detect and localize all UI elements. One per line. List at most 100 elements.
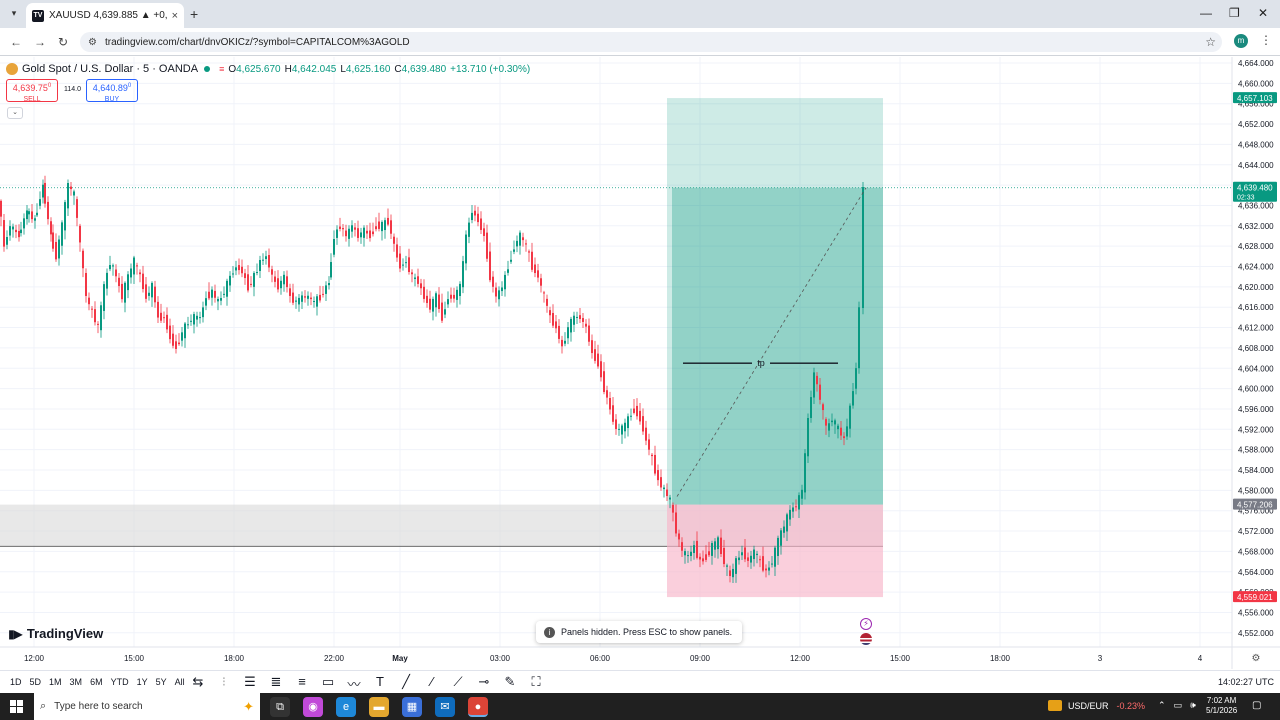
candle-body [564, 340, 566, 344]
range-ytd[interactable]: YTD [111, 677, 129, 687]
candle-body [663, 487, 665, 490]
candle-body [64, 202, 66, 231]
candle-body [124, 282, 126, 303]
sell-button[interactable]: 4,639.750 SELL [6, 79, 58, 103]
candle-body [519, 232, 521, 246]
candle-body [88, 297, 90, 305]
chart-settings-icon[interactable]: ⚙ [1252, 653, 1261, 664]
tab-search-icon[interactable]: ▾ [6, 5, 22, 21]
candle-body [82, 250, 84, 269]
candle-body [537, 270, 539, 278]
highlighter-icon[interactable]: ✎ [502, 674, 518, 693]
url-field[interactable]: ⚙ tradingview.com/chart/dnvOKICz/?symbol… [80, 32, 1222, 52]
candle-body [717, 537, 719, 550]
trend-lines-icon[interactable]: ☰ [242, 674, 258, 693]
candle-body [690, 551, 692, 556]
profile-avatar[interactable]: m [1234, 34, 1248, 48]
taskbar-clock[interactable]: 7:02 AM 5/1/2026 [1206, 696, 1237, 716]
range-1y[interactable]: 1Y [137, 677, 148, 687]
buy-button[interactable]: 4,640.890 BUY [86, 79, 138, 103]
candle-body [142, 273, 144, 290]
browser-menu-icon[interactable]: ⋮ [1260, 33, 1272, 47]
reload-icon[interactable]: ↻ [58, 35, 68, 49]
range-1m[interactable]: 1M [49, 677, 62, 687]
close-window-icon[interactable]: ✕ [1258, 6, 1268, 20]
ray-icon[interactable]: ⟋ [450, 674, 466, 693]
range-all[interactable]: All [175, 677, 185, 687]
store-icon[interactable]: ▦ [402, 697, 422, 717]
edge-icon[interactable]: e [336, 697, 356, 717]
back-icon[interactable]: ← [10, 35, 22, 49]
rectangle-icon[interactable]: ▭ [320, 674, 336, 693]
price-range-icon[interactable]: ⛶ [528, 674, 544, 693]
minimize-icon[interactable]: — [1200, 6, 1212, 20]
windows-start-icon[interactable] [10, 700, 23, 713]
lightning-event-icon[interactable]: ⚡ [860, 618, 872, 630]
compare-icon[interactable]: ⇆ [190, 674, 206, 693]
file-explorer-icon[interactable]: ▬ [369, 697, 389, 717]
path-icon[interactable]: 〰 [346, 674, 362, 693]
range-1d[interactable]: 1D [10, 677, 22, 687]
candle-body [205, 298, 207, 306]
currency-widget[interactable]: USD/EUR -0.23% [1048, 700, 1145, 711]
copilot-icon[interactable]: ◉ [303, 697, 323, 717]
candle-body [468, 222, 470, 237]
candle-body [316, 296, 318, 307]
brush-icon[interactable]: ∕ [424, 674, 440, 693]
price-tick: 4,596.000 [1238, 405, 1274, 414]
symbol-title[interactable]: Gold Spot / U.S. Dollar · 5 · OANDA [22, 63, 198, 75]
candle-body [441, 302, 443, 321]
pattern-icon[interactable]: ≡ [294, 674, 310, 693]
candle-body [42, 184, 44, 198]
text-icon[interactable]: T [372, 674, 388, 693]
range-5y[interactable]: 5Y [156, 677, 167, 687]
candle-body [597, 353, 599, 367]
notification-icon[interactable]: ▢ [1252, 700, 1261, 711]
candle-body [262, 259, 264, 261]
volume-icon[interactable]: 🕪 [1190, 700, 1196, 711]
restore-icon[interactable]: ❐ [1229, 6, 1240, 20]
utc-clock[interactable]: 14:02:27 UTC [1218, 677, 1274, 687]
candle-body [576, 316, 578, 318]
price-chart[interactable]: tp4,664.0004,660.0004,656.0004,652.0004,… [0, 57, 1280, 669]
candle-body [172, 333, 174, 346]
task-view-icon[interactable]: ⧉ [270, 697, 290, 717]
candle-body [546, 298, 548, 306]
candle-body [12, 226, 14, 230]
candle-body [76, 199, 78, 218]
browser-tab-xauusd[interactable]: TV XAUUSD 4,639.885 ▲ +0,39% U × [26, 3, 184, 28]
taskbar-search-input[interactable]: ⌕ Type here to search ✦ [34, 693, 260, 720]
candle-body [304, 296, 306, 298]
site-info-icon[interactable]: ⚙ [88, 37, 97, 48]
candle-body [0, 200, 2, 217]
range-5d[interactable]: 5D [30, 677, 42, 687]
candle-body [52, 232, 54, 249]
candle-body [178, 342, 180, 345]
time-tick: 12:00 [24, 654, 45, 663]
outlook-icon[interactable]: ✉ [435, 697, 455, 717]
line-icon[interactable]: ╱ [398, 674, 414, 693]
us-flag-event-icon[interactable] [860, 633, 872, 645]
search-highlight-icon: ✦ [243, 698, 254, 714]
candle-body [336, 229, 338, 238]
candle-body [184, 323, 186, 339]
collapse-legend-icon[interactable]: ⌄ [7, 107, 23, 119]
horizontal-ray-icon[interactable]: ⊸ [476, 674, 492, 693]
price-tick: 4,568.000 [1238, 547, 1274, 556]
network-icon[interactable]: ▭ [1174, 700, 1183, 711]
tab-close-icon[interactable]: × [172, 10, 178, 22]
forward-icon[interactable]: → [34, 35, 46, 49]
candle-body [223, 293, 225, 295]
candle-body [187, 324, 189, 326]
fib-icon[interactable]: ≣ [268, 674, 284, 693]
candle-body [274, 276, 276, 282]
range-3m[interactable]: 3M [70, 677, 83, 687]
chart-pane[interactable]: tp 4,664.000 4,660.000 4,656.000 4,652.000 4,… [0, 57, 1280, 693]
chevron-up-icon[interactable]: ⌃ [1158, 700, 1166, 711]
tradingview-logo[interactable]: ▮▶ TradingView [8, 626, 103, 641]
new-tab-button[interactable]: + [190, 6, 198, 22]
bookmark-star-icon[interactable]: ☆ [1205, 35, 1216, 49]
candle-body [708, 551, 710, 556]
chrome-icon[interactable]: ● [468, 697, 488, 717]
range-6m[interactable]: 6M [90, 677, 103, 687]
